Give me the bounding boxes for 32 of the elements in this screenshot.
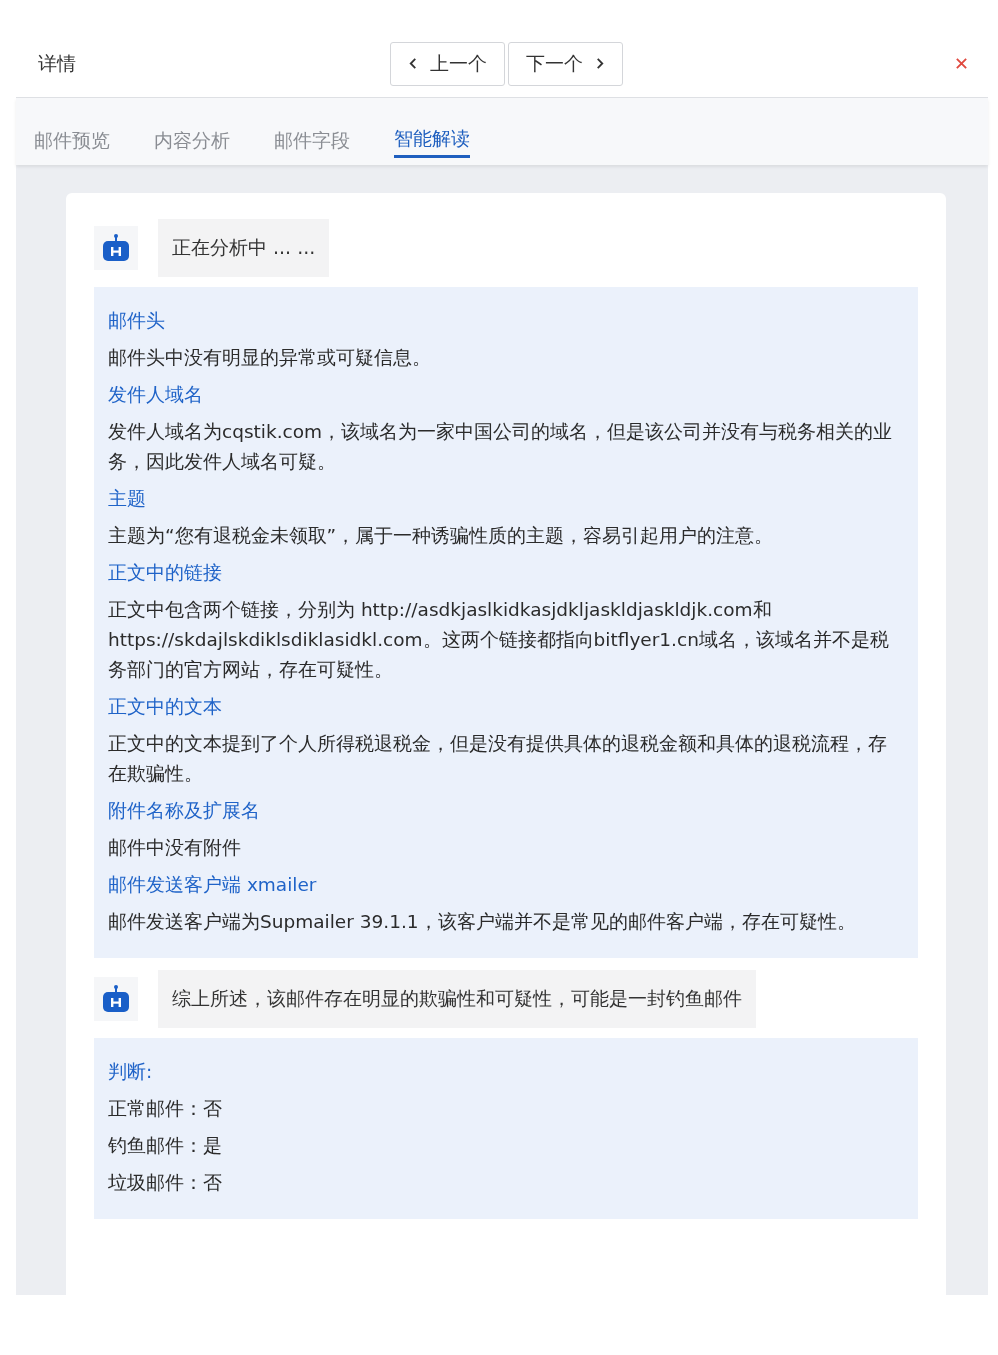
message-bubble: 综上所述，该邮件存在明显的欺骗性和可疑性，可能是一封钓鱼邮件 — [158, 970, 756, 1028]
section-text: 垃圾邮件：否 — [108, 1171, 223, 1195]
section-heading: 发件人域名 — [108, 383, 204, 407]
previous-button[interactable]: 上一个 — [390, 41, 505, 86]
tab[interactable]: 邮件预览 — [34, 98, 110, 165]
section-text: 邮件发送客户端为Supmailer 39.1.1，该客户端并不是常见的邮件客户端，存在可疑性。 — [108, 910, 857, 934]
section-heading: 正文中的文本 — [108, 695, 223, 719]
section-heading: 邮件发送客户端 xmailer — [108, 873, 318, 897]
next-button[interactable]: 下一个 — [508, 41, 623, 86]
section-text: 发件人域名为cqstik.com，该域名为一家中国公司的域名，但是该公司并没有与税务相关的业务，因此发件人域名可疑。 — [108, 420, 894, 474]
section-text: 钓鱼邮件：是 — [108, 1134, 223, 1158]
section-text: 正文中的文本提到了个人所得税退税金，但是没有提供具体的退税金额和具体的退税流程，存在欺骗性。 — [108, 732, 888, 786]
section-text: 邮件中没有附件 — [108, 836, 242, 860]
chevron-right-icon — [595, 57, 605, 70]
section-text: 正常邮件：否 — [108, 1097, 223, 1121]
section-heading: 附件名称及扩展名 — [108, 799, 261, 823]
section-heading: 判断: — [108, 1060, 154, 1084]
robot-icon — [100, 983, 132, 1015]
close-icon[interactable] — [955, 57, 968, 70]
tab[interactable]: 智能解读 — [394, 98, 470, 158]
section-heading: 主题 — [108, 487, 147, 511]
section-text: 主题为“您有退税金未领取”，属于一种诱骗性质的主题，容易引起用户的注意。 — [108, 524, 775, 548]
section-heading: 正文中的链接 — [108, 561, 223, 585]
section-text: 邮件头中没有明显的异常或可疑信息。 — [108, 346, 432, 370]
chevron-left-icon — [408, 57, 418, 70]
section-heading: 邮件头 — [108, 309, 166, 333]
tab[interactable]: 邮件字段 — [274, 98, 350, 165]
tab[interactable]: 内容分析 — [154, 98, 230, 165]
section-text: 正文中包含两个链接，分别为 http://asdkjaslkidkasjdkljaskldjaskldjk.com和 https://skdajlskdiklsdiklasidkl.com。这两个链接都指向bitflyer1.cn域名，该域名并不是税务部门的官方网站，存在可疑性。 — [108, 598, 890, 682]
message-bubble: 正在分析中 ... ... — [158, 219, 330, 277]
robot-icon — [100, 232, 132, 264]
panel-title: 详情 — [38, 50, 77, 76]
